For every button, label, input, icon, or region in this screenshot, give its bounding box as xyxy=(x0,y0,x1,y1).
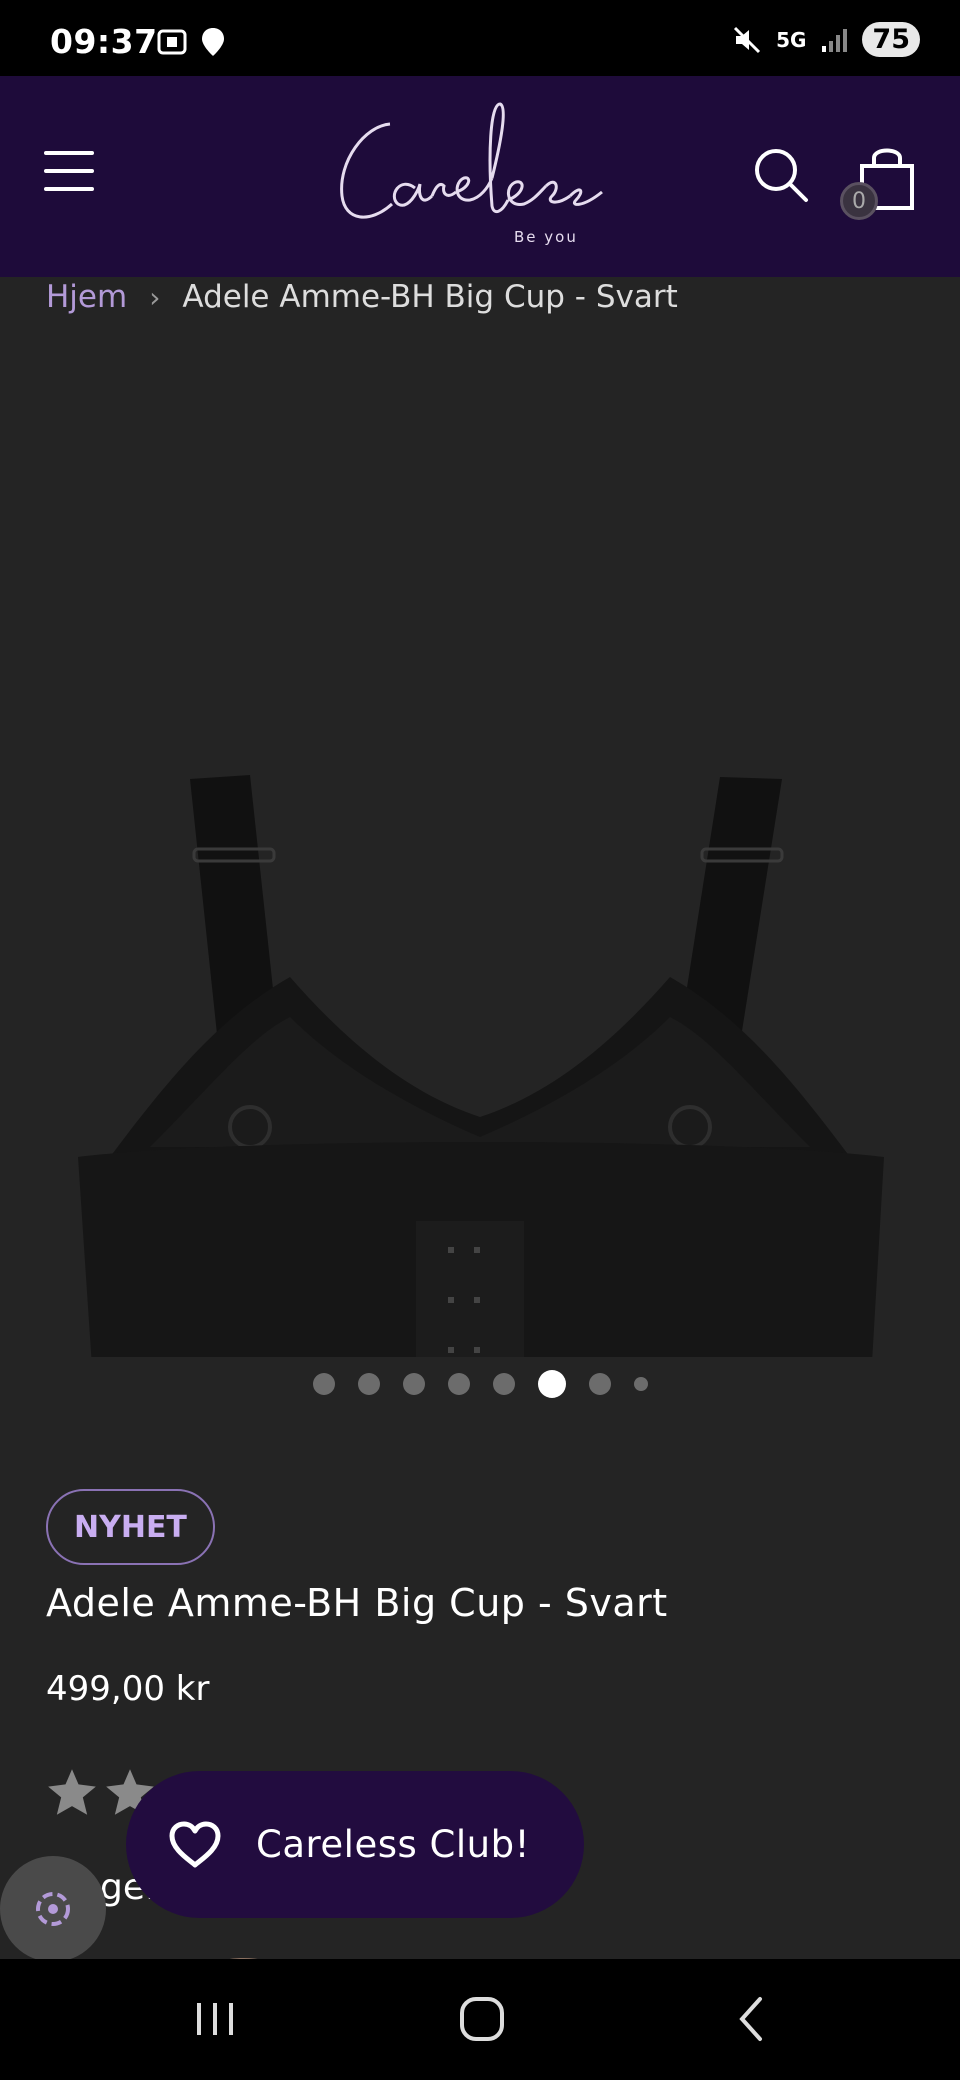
back-icon[interactable] xyxy=(722,1989,782,2049)
accessibility-button[interactable] xyxy=(0,1856,106,1962)
battery-indicator: 75 xyxy=(862,22,920,57)
screenshot-icon xyxy=(157,29,187,55)
cart-count-badge: 0 xyxy=(840,182,878,220)
variant-thumbnails[interactable] xyxy=(60,1942,360,1959)
hamburger-line xyxy=(44,187,94,191)
status-right: 5G 75 xyxy=(732,22,920,57)
product-price: 499,00 kr xyxy=(46,1669,210,1709)
system-nav-bar xyxy=(0,1959,960,2080)
gallery-dot[interactable] xyxy=(447,1373,470,1395)
accessibility-icon xyxy=(36,1892,70,1926)
gallery-dot[interactable] xyxy=(402,1373,425,1395)
careless-club-button[interactable]: Careless Club! xyxy=(126,1771,584,1918)
gallery-dot[interactable] xyxy=(588,1373,611,1395)
location-icon xyxy=(202,28,224,56)
hamburger-line xyxy=(44,169,94,173)
status-bar: 09:37 5G 75 xyxy=(0,0,960,76)
breadcrumb-separator: › xyxy=(149,280,161,314)
cart-button[interactable]: 0 xyxy=(840,142,920,222)
gallery-dot[interactable] xyxy=(633,1377,648,1391)
careless-club-label: Careless Club! xyxy=(256,1823,530,1866)
gallery-dot-active[interactable] xyxy=(537,1370,566,1398)
gallery-pagination xyxy=(0,1370,960,1398)
hamburger-line xyxy=(44,151,94,155)
breadcrumb-current: Adele Amme-BH Big Cup - Svart xyxy=(182,279,678,315)
breadcrumb: Hjem › Adele Amme-BH Big Cup - Svart xyxy=(46,277,678,317)
product-image[interactable] xyxy=(0,457,960,1357)
recent-apps-icon[interactable] xyxy=(185,1989,245,2049)
logo-tagline: Be you xyxy=(514,228,578,246)
careless-logo[interactable]: Be you xyxy=(320,96,640,266)
gallery-dot[interactable] xyxy=(357,1373,380,1395)
menu-button[interactable] xyxy=(44,151,94,201)
heart-icon xyxy=(169,1821,221,1867)
search-icon[interactable] xyxy=(752,146,810,204)
site-header: Be you 0 xyxy=(0,76,960,277)
breadcrumb-home-link[interactable]: Hjem xyxy=(46,279,127,315)
star-icon xyxy=(48,1769,96,1815)
gallery-dot[interactable] xyxy=(492,1373,515,1395)
mute-icon xyxy=(734,26,761,53)
new-badge: NYHET xyxy=(46,1489,215,1565)
gallery-dot[interactable] xyxy=(312,1373,335,1395)
product-page: Hjem › Adele Amme-BH Big Cup - Svart NYH… xyxy=(0,277,960,1959)
signal-icon xyxy=(822,28,848,52)
product-title: Adele Amme-BH Big Cup - Svart xyxy=(46,1581,668,1625)
status-left-icons xyxy=(156,26,226,58)
status-time: 09:37 xyxy=(50,22,158,61)
home-icon[interactable] xyxy=(452,1989,512,2049)
network-5g-label: 5G xyxy=(776,27,807,52)
